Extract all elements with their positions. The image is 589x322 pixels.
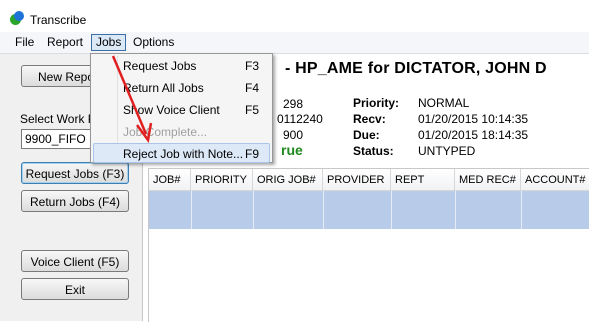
red-arrow-annotation bbox=[111, 55, 153, 144]
